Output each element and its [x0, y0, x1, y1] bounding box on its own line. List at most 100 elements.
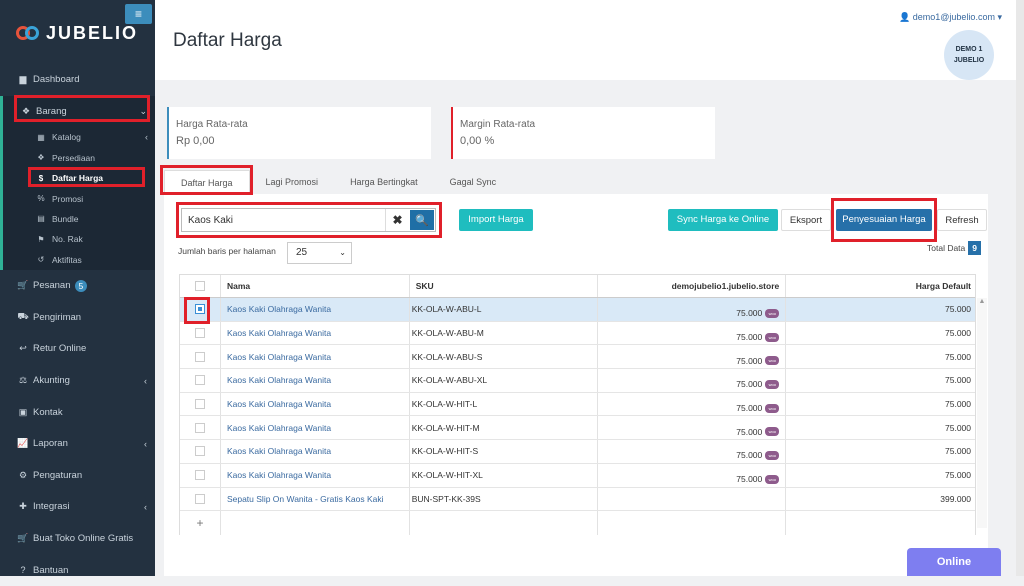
cell-harga-default[interactable]: 75.000	[786, 322, 975, 345]
search-input[interactable]	[182, 209, 385, 231]
jubelio-logo[interactable]: JUBELIO	[16, 20, 138, 46]
row-checkbox[interactable]	[194, 328, 205, 339]
cell-nama[interactable]: Kaos Kaki Olahraga Wanita	[221, 416, 410, 440]
cell-nama[interactable]: Kaos Kaki Olahraga Wanita	[221, 345, 410, 369]
column-header-harga-default[interactable]: Harga Default	[786, 275, 975, 297]
cell-nama[interactable]: Kaos Kaki Olahraga Wanita	[221, 463, 410, 487]
row-checkbox[interactable]	[194, 493, 205, 504]
tab-gagal-sync[interactable]: Gagal Sync	[434, 170, 513, 194]
woocommerce-icon: woo	[765, 450, 780, 460]
cell-store-price[interactable]: 75.000 woo	[598, 440, 787, 463]
sidebar-item-pesanan[interactable]: 🛒 Pesanan 5	[0, 270, 155, 302]
brand-name: JUBELIO	[46, 22, 139, 43]
table-row[interactable]: Kaos Kaki Olahraga Wanita KK-OLA-W-ABU-M 7…	[180, 321, 975, 346]
column-header-sku[interactable]: SKU	[410, 275, 599, 297]
row-checkbox[interactable]	[194, 351, 205, 362]
row-checkbox[interactable]	[194, 422, 205, 433]
sidebar-item-persediaan[interactable]: ❖ Persediaan	[3, 148, 155, 168]
import-harga-button[interactable]: Import Harga	[459, 209, 533, 231]
page-scrollbar[interactable]	[1016, 0, 1024, 576]
cell-sku: KK-OLA-W-ABU-L	[410, 298, 599, 321]
sidebar-item-daftar-harga[interactable]: $ Daftar Harga	[3, 168, 155, 188]
cell-store-price[interactable]: 75.000 woo	[598, 369, 787, 392]
menu-toggle-button[interactable]: ≡	[125, 4, 152, 24]
row-checkbox[interactable]	[194, 470, 205, 481]
cell-store-price[interactable]	[598, 487, 787, 511]
table-row[interactable]: Kaos Kaki Olahraga Wanita KK-OLA-W-ABU-XL…	[180, 369, 975, 393]
sidebar-item-laporan[interactable]: 📈 Laporan ‹	[0, 428, 155, 460]
eksport-button[interactable]: Eksport	[781, 209, 831, 231]
tabs: Daftar Harga Lagi Promosi Harga Bertingk…	[164, 170, 512, 194]
sidebar-item-buat-toko[interactable]: 🛒 Buat Toko Online Gratis	[0, 523, 155, 555]
cell-nama[interactable]: Kaos Kaki Olahraga Wanita	[221, 298, 410, 321]
refresh-button[interactable]: Refresh	[937, 209, 987, 231]
sidebar-item-akunting[interactable]: ⚖ Akunting ‹	[0, 365, 155, 397]
sidebar-item-kontak[interactable]: ▣ Kontak	[0, 396, 155, 428]
cell-harga-default[interactable]: 75.000	[786, 345, 975, 368]
row-checkbox[interactable]	[194, 446, 205, 457]
cell-harga-default[interactable]: 75.000	[786, 393, 975, 416]
row-checkbox[interactable]	[194, 399, 205, 410]
table-row[interactable]: Kaos Kaki Olahraga Wanita KK-OLA-W-ABU-L 7…	[180, 298, 975, 322]
cell-harga-default[interactable]: 75.000	[786, 416, 975, 439]
sidebar-item-no-rak[interactable]: ⚑ No. Rak	[3, 229, 155, 249]
cell-store-price[interactable]: 75.000 woo	[598, 392, 787, 416]
cell-nama[interactable]: Kaos Kaki Olahraga Wanita	[221, 440, 410, 463]
table-scrollbar[interactable]: ▲	[977, 298, 987, 528]
column-header-nama[interactable]: Nama	[221, 275, 410, 297]
truck-icon: ⛟	[17, 311, 29, 322]
card-harga-rata: Harga Rata-rata Rp 0,00	[167, 107, 431, 159]
sidebar-item-integrasi[interactable]: ✚ Integrasi ‹	[0, 491, 155, 523]
sidebar-item-bantuan[interactable]: ? Bantuan	[0, 554, 155, 586]
tab-harga-bertingkat[interactable]: Harga Bertingkat	[334, 170, 434, 194]
total-badge: 9	[968, 241, 982, 255]
cell-harga-default[interactable]: 399.000	[786, 488, 975, 511]
penyesuaian-harga-button[interactable]: Penyesuaian Harga	[836, 209, 932, 231]
rows-per-page-select[interactable]: 25 ⌄	[287, 242, 352, 264]
cell-store-price[interactable]: 75.000 woo	[598, 345, 787, 369]
table-row[interactable]: Sepatu Slip On Wanita - Gratis Kaos Kaki…	[180, 487, 975, 512]
sidebar-item-pengaturan[interactable]: ⚙ Pengaturan	[0, 459, 155, 491]
cell-store-price[interactable]: 75.000 woo	[598, 463, 787, 487]
tab-lagi-promosi[interactable]: Lagi Promosi	[250, 170, 335, 194]
cell-nama[interactable]: Sepatu Slip On Wanita - Gratis Kaos Kaki	[221, 487, 410, 511]
online-chat-button[interactable]: Online	[907, 548, 1001, 576]
sidebar-item-pengiriman[interactable]: ⛟ Pengiriman	[0, 302, 155, 334]
contact-icon: ▣	[18, 406, 28, 417]
sidebar-nav: ▆ Dashboard ❖ Barang ⌄ ▦ Katalog ‹ ❖ Persediaa…	[0, 64, 155, 586]
sidebar-item-aktifitas[interactable]: ↺ Aktifitas	[3, 250, 155, 270]
sync-harga-button[interactable]: Sync Harga ke Online	[668, 209, 778, 231]
table-row[interactable]: Kaos Kaki Olahraga Wanita KK-OLA-W-ABU-S 7…	[180, 345, 975, 370]
row-checkbox[interactable]	[194, 304, 205, 315]
table-row[interactable]: Kaos Kaki Olahraga Wanita KK-OLA-W-HIT-XL…	[180, 463, 975, 488]
cell-store-price[interactable]: 75.000 woo	[598, 321, 787, 345]
sidebar-item-dashboard[interactable]: ▆ Dashboard	[0, 64, 155, 96]
tab-daftar-harga[interactable]: Daftar Harga	[164, 170, 250, 194]
cell-harga-default[interactable]: 75.000	[786, 440, 975, 463]
cell-harga-default[interactable]: 75.000	[786, 298, 975, 321]
avatar[interactable]: DEMO 1 JUBELIO	[944, 30, 994, 80]
cell-harga-default[interactable]: 75.000	[786, 464, 975, 487]
column-header-store[interactable]: demojubelio1.jubelio.store	[598, 275, 787, 297]
sidebar-item-promosi[interactable]: % Promosi	[3, 188, 155, 208]
sidebar-item-bundle[interactable]: ▤ Bundle	[3, 209, 155, 229]
select-all-checkbox[interactable]	[194, 281, 205, 291]
table-row[interactable]: Kaos Kaki Olahraga Wanita KK-OLA-W-HIT-S 7…	[180, 440, 975, 464]
user-menu[interactable]: 👤 demo1@jubelio.com ▾	[899, 12, 1002, 23]
cell-sku: KK-OLA-W-ABU-M	[410, 321, 599, 345]
sidebar-item-katalog[interactable]: ▦ Katalog ‹	[3, 127, 155, 147]
cell-harga-default[interactable]: 75.000	[786, 369, 975, 392]
sidebar-item-retur-online[interactable]: ↩ Retur Online	[0, 333, 155, 365]
cell-nama[interactable]: Kaos Kaki Olahraga Wanita	[221, 392, 410, 416]
cell-store-price[interactable]: 75.000 woo	[598, 298, 787, 321]
add-row-button[interactable]: +	[180, 511, 221, 535]
search-button[interactable]: 🔍	[410, 210, 434, 230]
sidebar-item-barang[interactable]: ❖ Barang ⌄	[0, 95, 155, 128]
table-row[interactable]: Kaos Kaki Olahraga Wanita KK-OLA-W-HIT-L 7…	[180, 392, 975, 417]
table-row[interactable]: Kaos Kaki Olahraga Wanita KK-OLA-W-HIT-M 7…	[180, 416, 975, 441]
cell-store-price[interactable]: 75.000 woo	[598, 416, 787, 440]
cell-nama[interactable]: Kaos Kaki Olahraga Wanita	[221, 321, 410, 345]
clear-search-button[interactable]: ✖	[385, 209, 409, 231]
cell-nama[interactable]: Kaos Kaki Olahraga Wanita	[221, 369, 410, 392]
row-checkbox[interactable]	[194, 375, 205, 386]
